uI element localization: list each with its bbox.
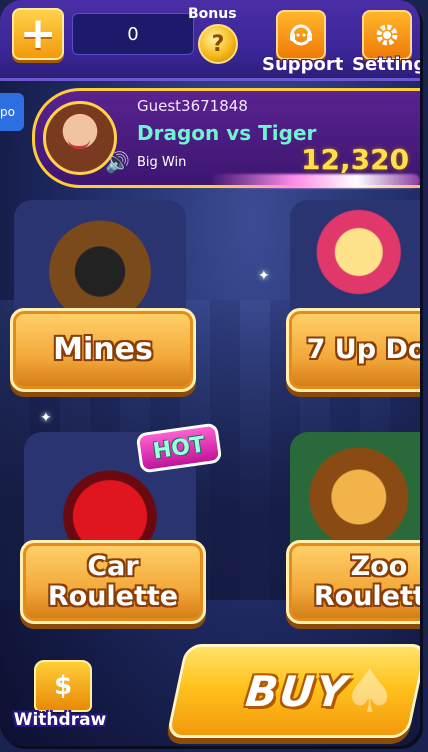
spade-icon: ♠ [342,657,397,727]
sparkle-icon: ✦ [258,268,270,284]
headset-icon [290,24,312,46]
winner-username: Guest3671848 [137,97,248,115]
game-label: Zoo Roulette [313,551,420,612]
setting-button[interactable] [362,10,412,60]
game-plate: 7 Up Dow [286,308,420,392]
bonus-label: Bonus [188,6,237,22]
setting-label[interactable]: Setting [352,54,420,75]
top-bar: + 0 Bonus ? Support Setting [0,0,420,81]
add-funds-button[interactable]: + [12,8,64,60]
winner-game-name: Dragon vs Tiger [137,121,317,145]
question-coin-icon[interactable]: ? [198,24,238,64]
win-type-label: Big Win [137,155,187,170]
win-amount: 12,320 [301,143,410,176]
sparkle-icon: ✦ [40,410,52,426]
plus-icon: + [19,8,57,59]
game-label: 7 Up Dow [306,334,420,365]
side-tab[interactable]: po [0,93,24,131]
gear-icon [376,24,398,46]
game-label: Car Roulette [47,551,179,612]
buy-button[interactable]: BUY ♠ [166,644,420,738]
buy-label: BUY [243,666,351,716]
game-card-mines[interactable]: Mines [10,200,196,410]
game-card-7-up-down[interactable]: 7 Up Dow [286,200,420,410]
game-plate: Zoo Roulette [286,540,420,624]
game-card-zoo-roulette[interactable]: Zoo Roulette [286,432,420,642]
withdraw-label: Withdraw [13,710,107,730]
support-button[interactable] [276,10,326,60]
balance-display: 0 [72,13,194,55]
game-plate: Car Roulette [20,540,206,624]
speaker-icon: 🔊 [105,150,130,174]
money-bag-icon: $ [34,660,92,712]
app-frame: ✦ ✦ ✦ + 0 Bonus ? Support Setting po [0,0,420,746]
sparkle-streak [210,174,420,188]
support-label[interactable]: Support [262,54,343,75]
withdraw-button[interactable]: $ Withdraw [8,660,112,744]
big-win-ticker: Guest3671848 Dragon vs Tiger 🔊 Big Win 1… [32,88,420,188]
game-plate: Mines [10,308,196,392]
game-label: Mines [53,332,153,367]
